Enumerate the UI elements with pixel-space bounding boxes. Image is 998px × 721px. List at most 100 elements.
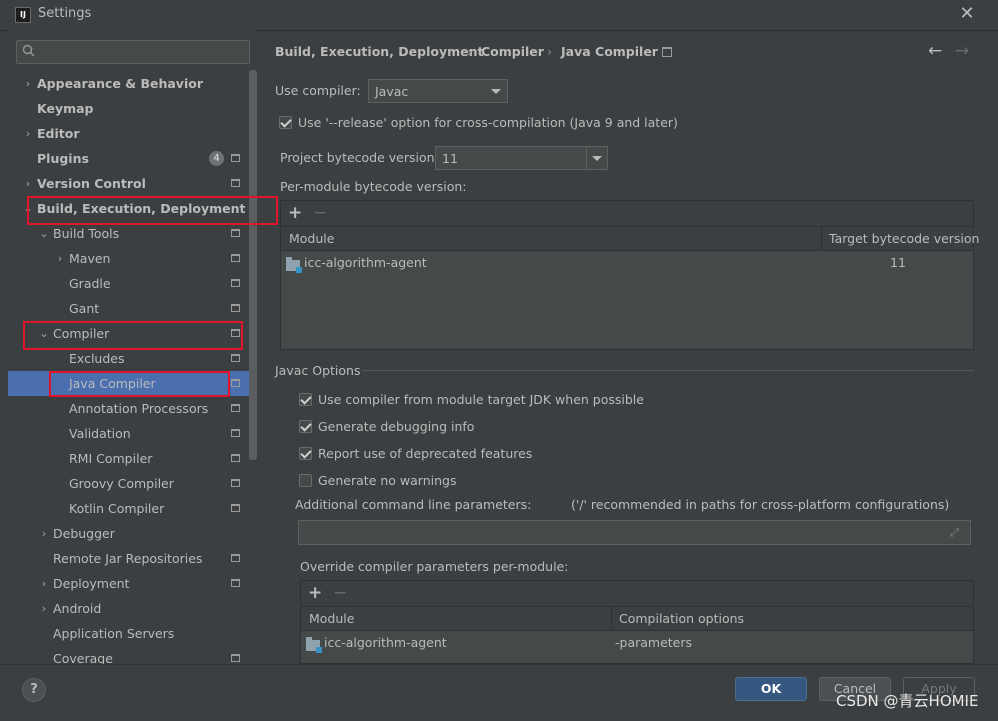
- deprecated-features-checkbox[interactable]: [299, 447, 312, 460]
- chevron-right-icon[interactable]: ›: [22, 71, 34, 96]
- project-level-icon: [231, 179, 240, 187]
- sidebar-item-label: Remote Jar Repositories: [53, 551, 203, 566]
- sidebar-item-label: Groovy Compiler: [69, 476, 174, 491]
- column-header-module[interactable]: Module: [289, 231, 334, 246]
- svg-text:·: ·: [32, 45, 34, 53]
- forward-arrow-icon[interactable]: →: [955, 41, 969, 61]
- project-bytecode-select[interactable]: 11: [435, 146, 608, 170]
- remove-module-button[interactable]: −: [313, 203, 327, 223]
- close-icon[interactable]: ✕: [956, 3, 978, 25]
- sidebar-item-validation[interactable]: Validation: [8, 421, 249, 446]
- release-option-label: Use '--release' option for cross-compila…: [298, 115, 678, 130]
- sidebar-item-rmi-compiler[interactable]: RMI Compiler: [8, 446, 249, 471]
- sidebar-item-label: Application Servers: [53, 626, 175, 641]
- sidebar-item-version-control[interactable]: › Version Control: [8, 171, 249, 196]
- column-header-target-bytecode[interactable]: Target bytecode version: [829, 231, 979, 246]
- sidebar-item-deployment[interactable]: › Deployment: [8, 571, 249, 596]
- project-level-icon: [231, 279, 240, 287]
- sidebar-item-label: Validation: [69, 426, 131, 441]
- sidebar-item-remote-jar-repositories[interactable]: Remote Jar Repositories: [8, 546, 249, 571]
- sidebar-item-kotlin-compiler[interactable]: Kotlin Compiler: [8, 496, 249, 521]
- help-button[interactable]: ?: [22, 678, 46, 702]
- sidebar-item-plugins[interactable]: Plugins 4: [8, 146, 249, 171]
- sidebar-scrollbar[interactable]: [249, 70, 257, 460]
- override-module-name: icc-algorithm-agent: [324, 635, 447, 650]
- use-compiler-select[interactable]: Javac: [368, 79, 508, 103]
- no-warnings-checkbox[interactable]: [299, 474, 312, 487]
- search-icon: ·: [22, 44, 35, 57]
- release-option-checkbox[interactable]: [279, 116, 292, 129]
- debug-info-checkbox[interactable]: [299, 420, 312, 433]
- chevron-down-icon: [491, 89, 501, 94]
- use-compiler-label: Use compiler:: [275, 83, 361, 98]
- add-override-button[interactable]: +: [308, 583, 322, 603]
- chevron-down-icon: [592, 156, 602, 161]
- use-module-jdk-label: Use compiler from module target JDK when…: [318, 392, 644, 407]
- breadcrumb-item-build[interactable]: Build, Execution, Deployment: [275, 44, 483, 59]
- back-arrow-icon[interactable]: ←: [928, 41, 942, 61]
- settings-search-input[interactable]: [16, 40, 250, 64]
- breadcrumb-item-compiler[interactable]: Compiler: [481, 44, 544, 59]
- module-name: icc-algorithm-agent: [304, 255, 427, 270]
- sidebar-item-maven[interactable]: › Maven: [8, 246, 249, 271]
- project-level-icon: [231, 579, 240, 587]
- sidebar-item-annotation-processors[interactable]: Annotation Processors: [8, 396, 249, 421]
- project-level-icon: [231, 354, 240, 362]
- sidebar-item-gradle[interactable]: Gradle: [8, 271, 249, 296]
- column-divider[interactable]: [821, 227, 822, 250]
- chevron-right-icon[interactable]: ›: [22, 121, 34, 146]
- use-module-jdk-checkbox[interactable]: [299, 393, 312, 406]
- remove-override-button[interactable]: −: [333, 583, 347, 603]
- project-level-icon: [231, 254, 240, 262]
- chevron-right-icon[interactable]: ›: [22, 171, 34, 196]
- sidebar-item-debugger[interactable]: › Debugger: [8, 521, 249, 546]
- additional-params-input[interactable]: [298, 520, 971, 545]
- intellij-app-icon: IJ: [15, 7, 31, 23]
- sidebar-item-appearance-behavior[interactable]: › Appearance & Behavior: [8, 71, 249, 96]
- project-level-icon: [231, 654, 240, 662]
- highlight-compiler: [23, 321, 243, 350]
- project-level-icon: [662, 47, 672, 57]
- plugins-count-badge: 4: [209, 151, 224, 166]
- chevron-right-icon[interactable]: ›: [38, 596, 50, 621]
- sidebar-item-label: Version Control: [37, 176, 146, 191]
- table-row[interactable]: icc-algorithm-agent -parameters: [301, 631, 973, 655]
- sidebar-item-editor[interactable]: › Editor: [8, 121, 249, 146]
- project-level-icon: [231, 404, 240, 412]
- sidebar-item-groovy-compiler[interactable]: Groovy Compiler: [8, 471, 249, 496]
- project-level-icon: [231, 504, 240, 512]
- override-compilation-options[interactable]: -parameters: [615, 635, 692, 650]
- sidebar-item-keymap[interactable]: Keymap: [8, 96, 249, 121]
- sidebar-item-label: Gradle: [69, 276, 111, 291]
- module-target-version[interactable]: 11: [890, 255, 906, 270]
- table-row[interactable]: icc-algorithm-agent 11: [281, 251, 973, 275]
- sidebar-item-android[interactable]: › Android: [8, 596, 249, 621]
- sidebar-item-label: Android: [53, 601, 102, 616]
- highlight-build-execution-deployment: [27, 196, 278, 225]
- add-module-button[interactable]: +: [288, 203, 302, 223]
- sidebar-item-label: Editor: [37, 126, 80, 141]
- debug-info-label: Generate debugging info: [318, 419, 475, 434]
- sidebar-item-label: Kotlin Compiler: [69, 501, 165, 516]
- chevron-right-icon[interactable]: ›: [38, 571, 50, 596]
- breadcrumb-separator: ›: [547, 44, 552, 59]
- chevron-right-icon[interactable]: ›: [38, 521, 50, 546]
- sidebar-item-application-servers[interactable]: Application Servers: [8, 621, 249, 646]
- sidebar-item-gant[interactable]: Gant: [8, 296, 249, 321]
- expand-icon[interactable]: ⤢: [950, 526, 959, 540]
- additional-params-label: Additional command line parameters:: [295, 497, 532, 512]
- sidebar-item-label: Gant: [69, 301, 100, 316]
- column-divider[interactable]: [611, 607, 612, 630]
- section-divider: [362, 370, 974, 371]
- project-level-icon: [231, 479, 240, 487]
- column-header-module[interactable]: Module: [309, 611, 354, 626]
- project-level-icon: [231, 554, 240, 562]
- ok-button[interactable]: OK: [735, 677, 807, 701]
- override-params-label: Override compiler parameters per-module:: [300, 559, 569, 574]
- module-folder-icon: [306, 637, 322, 653]
- javac-options-title: Javac Options: [275, 363, 361, 378]
- chevron-right-icon[interactable]: ›: [54, 246, 66, 271]
- column-header-compilation-options[interactable]: Compilation options: [619, 611, 744, 626]
- breadcrumb-separator: ›: [467, 44, 472, 59]
- title-bar: [0, 0, 998, 31]
